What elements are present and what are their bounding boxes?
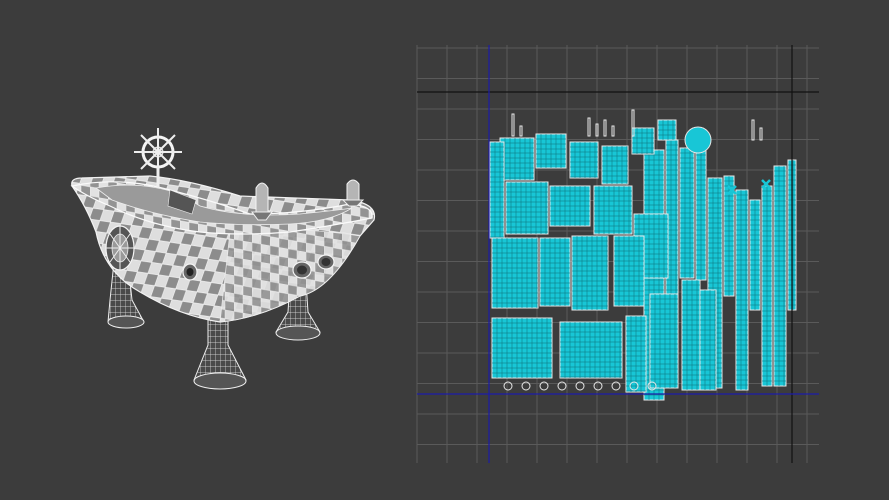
uv-fan-shell (535, 133, 567, 169)
uv-column-shell (699, 289, 717, 391)
uv-fan-shell (657, 119, 677, 141)
viewport-canvas[interactable] (0, 0, 400, 500)
uv-fan-shell (601, 145, 629, 185)
uv-tick-shell (587, 117, 591, 137)
perspective-viewport[interactable] (0, 0, 400, 500)
uv-shell (505, 181, 549, 235)
uv-tick-shell (519, 125, 523, 137)
uv-tick-shell (603, 119, 607, 137)
uv-shells[interactable] (489, 109, 797, 401)
uv-tick-shell (611, 125, 615, 137)
uv-fan-shell (631, 127, 655, 155)
uv-shell (593, 185, 633, 235)
uv-shell (549, 185, 591, 227)
uv-tick-shell (759, 127, 763, 141)
uv-strip-shell (695, 139, 707, 281)
uv-canvas[interactable] (400, 0, 889, 500)
uv-strip-shell (749, 199, 761, 311)
uv-shell (491, 237, 539, 309)
uv-editor-viewport[interactable] (400, 0, 889, 500)
uv-fan-shell (569, 141, 599, 179)
uv-strip-shell (761, 185, 773, 387)
uv-shell (649, 293, 679, 389)
uv-lower-shell (559, 321, 623, 379)
uv-strip-shell (679, 147, 695, 279)
uv-column-shell (681, 279, 701, 391)
uv-lower-shell (625, 315, 647, 393)
uv-shell (571, 235, 609, 311)
uv-shell (539, 237, 571, 307)
uv-strip-shell (773, 165, 787, 387)
right-rocket-ornament[interactable] (341, 179, 365, 207)
uv-tall-shell (489, 141, 505, 239)
side-wheel-emblem[interactable] (105, 225, 135, 271)
uv-fan-shell (499, 137, 535, 181)
uv-lower-shell (491, 317, 553, 379)
uv-round-shell (684, 126, 712, 154)
uv-shell (613, 235, 645, 307)
uv-strip-shell (735, 189, 749, 391)
porthole-front-left[interactable] (182, 263, 198, 281)
uv-tick-shell (751, 119, 755, 141)
uv-tick-shell (511, 113, 515, 137)
